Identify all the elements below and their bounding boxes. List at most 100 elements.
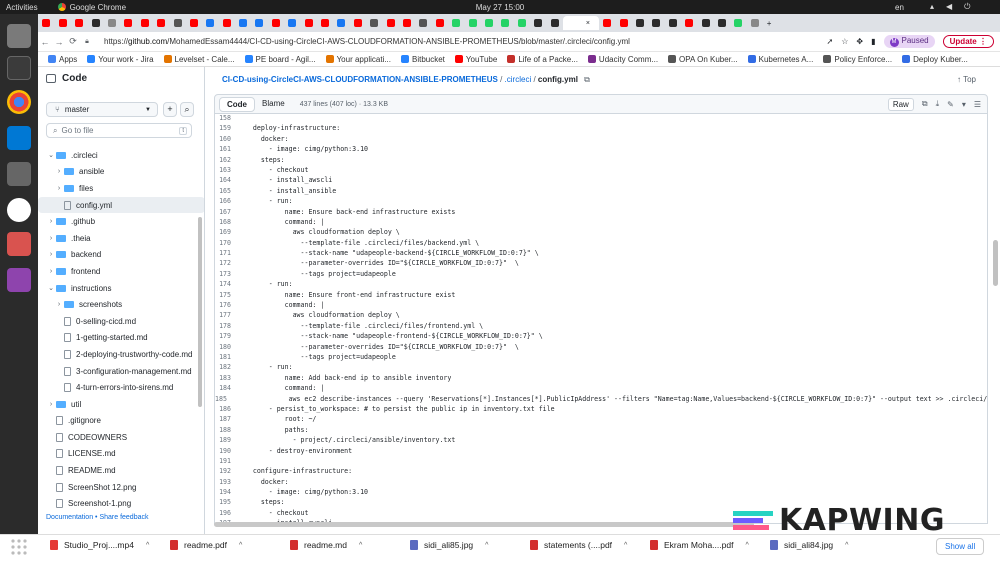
browser-tab[interactable]: [399, 16, 415, 30]
reload-icon[interactable]: ⟳: [66, 36, 80, 47]
tree-file[interactable]: 1-getting-started.md: [38, 330, 204, 347]
bookmark-item[interactable]: Policy Enforce...: [823, 55, 892, 64]
clock[interactable]: May 27 15:00: [476, 3, 524, 12]
tree-folder[interactable]: › util: [38, 396, 204, 413]
browser-tab[interactable]: [301, 16, 317, 30]
tree-folder[interactable]: ⌄ instructions: [38, 280, 204, 297]
line-number[interactable]: 164: [215, 176, 237, 186]
tree-file[interactable]: 3-configuration-management.md: [38, 363, 204, 380]
browser-tab[interactable]: [547, 16, 563, 30]
line-number[interactable]: 175: [215, 291, 237, 301]
line-number[interactable]: 168: [215, 218, 237, 228]
browser-tab[interactable]: [665, 16, 681, 30]
browser-tab[interactable]: [432, 16, 448, 30]
line-number[interactable]: 188: [215, 426, 237, 436]
bookmark-item[interactable]: Your work - Jira: [87, 55, 154, 64]
browser-tab[interactable]: [186, 16, 202, 30]
browser-tab[interactable]: [448, 16, 464, 30]
tree-file[interactable]: 2-deploying-trustworthy-code.md: [38, 346, 204, 363]
tree-file[interactable]: LICENSE.md: [38, 446, 204, 463]
browser-tab[interactable]: [698, 16, 714, 30]
browser-tab[interactable]: [415, 16, 431, 30]
media-player-icon[interactable]: [7, 268, 31, 292]
tree-file[interactable]: ScreenShot 12.png: [38, 479, 204, 496]
tab-code[interactable]: Code: [219, 96, 255, 112]
line-number[interactable]: 192: [215, 467, 237, 477]
line-number[interactable]: 190: [215, 447, 237, 457]
line-number[interactable]: 163: [215, 166, 237, 176]
bookmark-item[interactable]: Life of a Packe...: [507, 55, 578, 64]
browser-tab[interactable]: [268, 16, 284, 30]
browser-tab[interactable]: [481, 16, 497, 30]
edit-icon[interactable]: ✎: [947, 100, 954, 109]
line-number[interactable]: 194: [215, 488, 237, 498]
line-number[interactable]: 182: [215, 363, 237, 373]
line-number[interactable]: 183: [215, 374, 237, 384]
extensions-icon[interactable]: ✥: [856, 37, 863, 46]
tree-folder[interactable]: › .github: [38, 213, 204, 230]
browser-tab[interactable]: [235, 16, 251, 30]
line-number[interactable]: 167: [215, 208, 237, 218]
browser-tab[interactable]: [71, 16, 87, 30]
line-number[interactable]: 166: [215, 197, 237, 207]
activities-button[interactable]: Activities: [6, 3, 38, 12]
symbols-panel-icon[interactable]: ☰: [974, 100, 981, 109]
browser-tab[interactable]: [170, 16, 186, 30]
tree-file[interactable]: config.yml: [38, 196, 204, 214]
browser-tab[interactable]: [137, 16, 153, 30]
tree-folder[interactable]: › .theia: [38, 230, 204, 247]
code-horizontal-scrollbar[interactable]: [214, 522, 754, 527]
browser-tab[interactable]: [383, 16, 399, 30]
line-number[interactable]: 193: [215, 478, 237, 488]
browser-tab-active[interactable]: ×: [562, 16, 599, 30]
download-item[interactable]: readme.pdf ^: [170, 540, 242, 550]
line-number[interactable]: 160: [215, 135, 237, 145]
line-number[interactable]: 178: [215, 322, 237, 332]
line-number[interactable]: 185: [215, 395, 233, 405]
line-number[interactable]: 180: [215, 343, 237, 353]
line-number[interactable]: 195: [215, 498, 237, 508]
browser-tab[interactable]: [465, 16, 481, 30]
line-number[interactable]: 165: [215, 187, 237, 197]
tab-blame[interactable]: Blame: [255, 97, 292, 112]
tree-folder[interactable]: › frontend: [38, 263, 204, 280]
line-number[interactable]: 158: [215, 114, 237, 124]
profile-paused-button[interactable]: M Paused: [883, 35, 935, 48]
share-icon[interactable]: ➚: [827, 37, 834, 46]
sidepanel-icon[interactable]: ▮: [871, 37, 875, 46]
browser-tab[interactable]: [104, 16, 120, 30]
line-number[interactable]: 189: [215, 436, 237, 446]
bookmark-item[interactable]: Deploy Kuber...: [902, 55, 968, 64]
vscode-app-icon[interactable]: [7, 126, 31, 150]
lock-icon[interactable]: 🔒︎: [80, 38, 94, 46]
tree-file[interactable]: 0-selling-cicd.md: [38, 313, 204, 330]
update-button[interactable]: Update ⋮: [942, 35, 994, 48]
app-menu[interactable]: Google Chrome: [57, 3, 126, 12]
browser-tab[interactable]: [55, 16, 71, 30]
line-number[interactable]: 162: [215, 156, 237, 166]
branch-selector[interactable]: ⑂ master ▼: [46, 102, 158, 117]
system-tray[interactable]: ▴ ◀ ⏻: [930, 2, 971, 12]
line-number[interactable]: 177: [215, 311, 237, 321]
bookmark-item[interactable]: Your applicati...: [325, 55, 391, 64]
browser-tab[interactable]: [681, 16, 697, 30]
back-icon[interactable]: ←: [38, 37, 52, 47]
browser-tab[interactable]: [202, 16, 218, 30]
chrome-app-icon[interactable]: [7, 90, 31, 114]
download-item[interactable]: Studio_Proj....mp4 ^: [50, 540, 149, 550]
office-app-icon[interactable]: [7, 232, 31, 256]
line-number[interactable]: 161: [215, 145, 237, 155]
tree-file[interactable]: .gitignore: [38, 413, 204, 430]
show-applications-icon[interactable]: [10, 538, 28, 556]
line-number[interactable]: 191: [215, 457, 237, 467]
tree-file[interactable]: 4-turn-errors-into-sirens.md: [38, 379, 204, 396]
tree-file[interactable]: README.md: [38, 462, 204, 479]
download-icon[interactable]: ⤓: [936, 99, 940, 109]
browser-tab[interactable]: [497, 16, 513, 30]
line-number[interactable]: 179: [215, 332, 237, 342]
share-feedback-link[interactable]: Share feedback: [99, 514, 148, 521]
browser-tab[interactable]: [599, 16, 615, 30]
browser-tab[interactable]: [219, 16, 235, 30]
browser-tab[interactable]: [616, 16, 632, 30]
line-number[interactable]: 186: [215, 405, 237, 415]
